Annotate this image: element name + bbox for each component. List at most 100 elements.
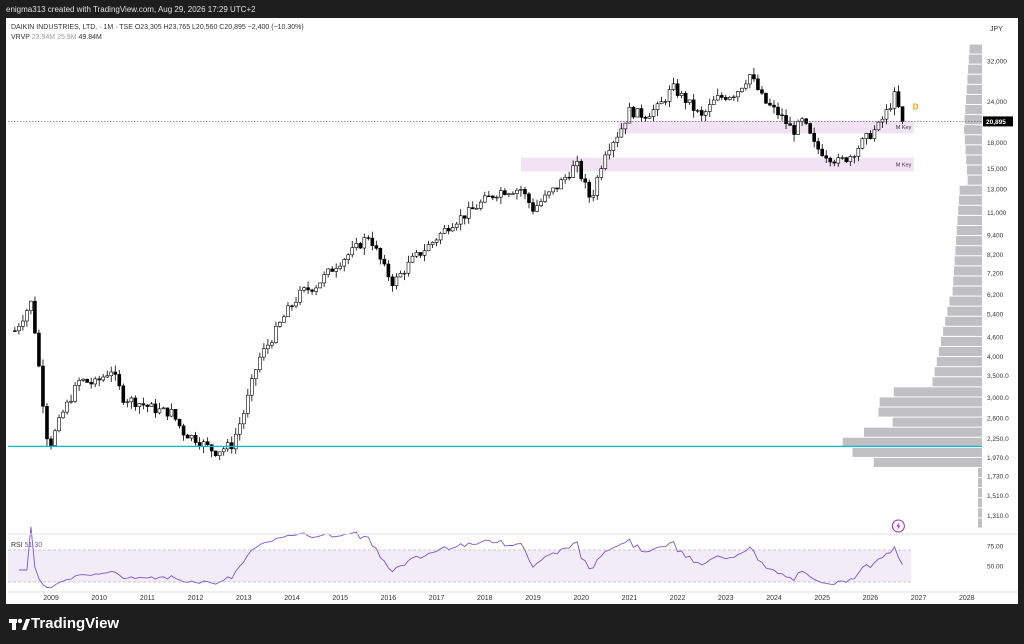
candle-body [426,244,431,252]
candle-body [611,142,616,151]
candle-body [788,123,792,126]
candle-body [173,409,178,420]
price-chart[interactable]: M Key M Key 20,895 D 75.00 50.00 1,310.0 1,5… [0,0,1024,644]
candle-body [342,259,347,267]
candle-body [856,148,861,157]
candle-body [346,254,351,260]
candle-body [748,74,752,85]
candle-body [864,133,869,139]
volume-profile-bar [842,437,982,447]
candle-body [607,150,612,156]
y-tick-label: 13,000 [987,186,1007,193]
candle-body [237,423,242,435]
candle-body [181,425,186,436]
candle-body [474,208,479,210]
x-tick-label: 2011 [140,595,155,602]
candle-body [896,91,901,107]
x-tick-label: 2020 [573,595,589,602]
candle-body [868,133,873,139]
candle-body [832,161,837,164]
candle-body [310,289,314,292]
candle-body [49,438,53,446]
candle-body [101,376,106,381]
y-tick-label: 11,000 [987,210,1007,217]
volume-profile-bar [968,54,982,64]
footer [0,604,1024,644]
x-tick-label: 2017 [429,595,445,602]
candle-body [13,330,17,332]
candle-body [671,83,676,90]
volume-profile-bar [978,498,982,508]
volume-profile-bar [978,508,982,518]
candle-body [145,404,150,407]
candle-body [117,374,122,387]
volume-profile-bar [964,135,982,145]
x-tick-label: 2026 [863,595,879,602]
volume-profile-bar [958,205,982,215]
candle-body [527,193,531,203]
candle-body [246,394,250,414]
volume-profile-bar [956,236,982,246]
candle-body [370,237,375,246]
candle-body [153,403,158,414]
candle-body [736,91,740,98]
candle-body [350,247,355,256]
volume-profile-bar [968,64,982,74]
candle-body [728,97,732,100]
candle-body [334,268,338,272]
candle-body [121,385,126,403]
candle-body [33,300,37,334]
candle-body [37,332,41,367]
candle-body [535,205,539,212]
candle-body [667,89,672,102]
candle-body [438,232,443,241]
x-tick-label: 2023 [718,595,734,602]
candle-body [848,156,853,162]
candle-body [217,451,222,456]
candle-body [446,228,451,232]
x-tick-label: 2009 [43,595,59,602]
candle-body [458,215,463,225]
candle-body [663,101,668,103]
candle-body [715,95,720,101]
candle-body [77,380,81,386]
key-zone-label-0: M Key [896,125,912,131]
candle-body [406,261,411,274]
candle-body [161,407,166,410]
candle-body [73,385,77,402]
candle-body [760,89,764,94]
candle-body [322,274,326,284]
candle-body [266,344,270,349]
candle-body [711,99,716,105]
volume-profile-bar [965,94,982,104]
candle-body [655,103,660,110]
candle-body [358,243,363,249]
candle-body [495,196,499,199]
candle-body [262,348,266,358]
candle-body [398,273,403,278]
candle-body [699,110,704,116]
candle-body [354,243,359,248]
candle-body [229,442,234,450]
candle-body [543,194,547,202]
candle-body [591,195,596,198]
candle-body [619,128,624,138]
candle-body [225,442,230,450]
candle-body [491,195,495,199]
candle-body [563,176,567,181]
volume-profile-bar [964,125,982,135]
candle-body [531,202,535,212]
key-zone-label-1: M Key [896,163,912,169]
candle-body [157,408,162,414]
candle-body [860,138,865,149]
candle-body [442,228,447,234]
y-tick-label: 1,510.0 [987,493,1009,500]
volume-profile-bar [964,115,982,125]
candle-body [197,442,202,447]
y-tick-label: 1,970.0 [987,455,1009,462]
x-tick-label: 2028 [959,595,975,602]
candle-body [478,201,483,209]
candle-body [286,305,290,318]
candle-body [25,310,29,322]
candle-body [65,401,69,413]
